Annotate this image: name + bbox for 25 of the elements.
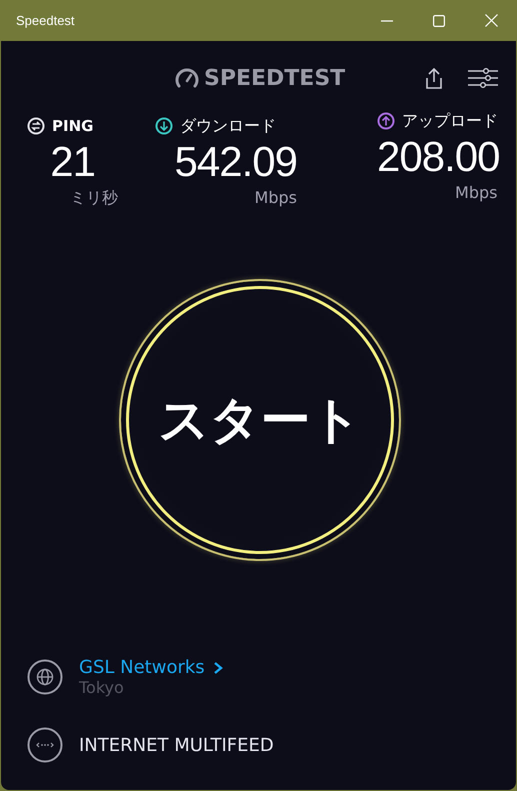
metric-value: 208.00: [377, 132, 500, 182]
minimize-icon: [381, 20, 393, 22]
start-button[interactable]: スタート: [119, 279, 401, 561]
provider-name: INTERNET MULTIFEED: [79, 734, 274, 756]
close-icon: [484, 14, 498, 27]
maximize-icon: [433, 14, 445, 26]
metric-label: PING: [52, 117, 94, 135]
metric-unit: Mbps: [454, 182, 498, 204]
server-location: Tokyo: [79, 678, 125, 697]
network-icon: [27, 727, 63, 763]
share-icon: [423, 66, 445, 90]
chevron-icon: [212, 660, 223, 674]
speedtest-logo: SPEEDTEST: [174, 66, 346, 92]
globe-icon: [27, 659, 63, 695]
server-link[interactable]: GSL Networks: [79, 657, 223, 678]
metric-unit: ミリ秒: [69, 187, 119, 209]
share-button[interactable]: [423, 66, 445, 90]
metric-label: ダウンロード: [180, 116, 276, 136]
metric-value: 21: [49, 137, 96, 187]
metric-label: アップロード: [402, 110, 498, 132]
settings-button[interactable]: [467, 66, 499, 90]
metric-unit: Mbps: [254, 187, 298, 209]
settings-icon: [467, 66, 499, 90]
metric-value: 542.09: [174, 137, 298, 187]
window-title: Speedtest: [16, 13, 75, 28]
